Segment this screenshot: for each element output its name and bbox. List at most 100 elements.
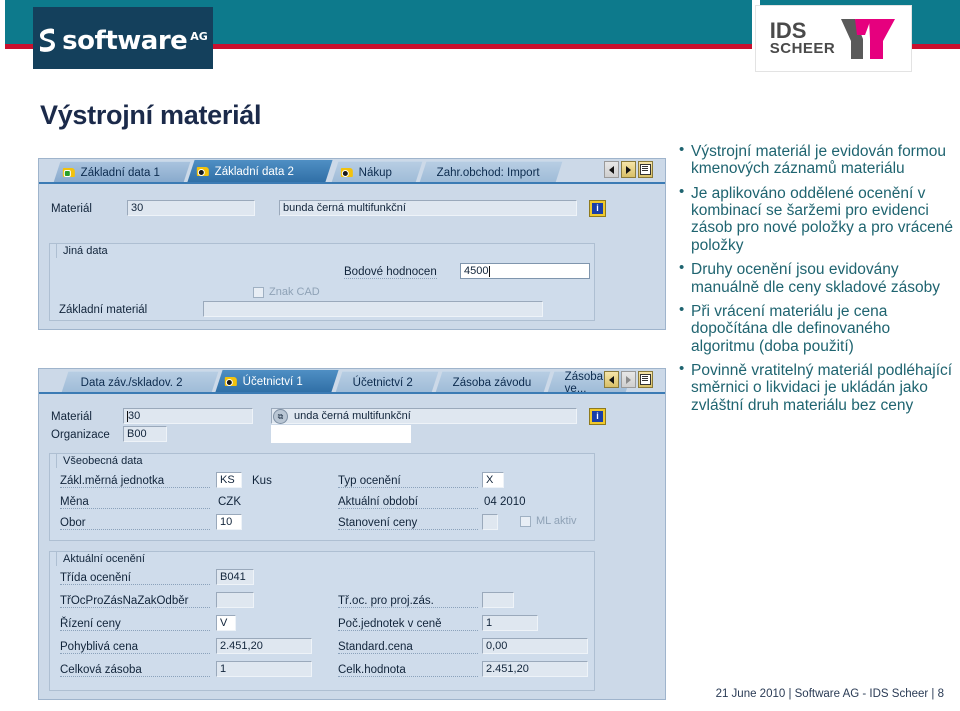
tab-prev-button[interactable] xyxy=(604,371,619,388)
aktualni-obdobi-label: Aktuální období xyxy=(338,496,478,509)
tab-list-button[interactable] xyxy=(638,161,653,178)
tabstrip-nav-window1[interactable] xyxy=(604,161,653,178)
bodove-hodnocen-field[interactable]: 4500 xyxy=(460,263,590,279)
typ-oceneni-label: Typ ocenění xyxy=(338,475,478,488)
tab-zakladni-data-1[interactable]: Základní data 1 xyxy=(53,161,191,183)
tab-zahr-obchod-import[interactable]: Zahr.obchod: Import xyxy=(419,161,563,183)
tab-nakup[interactable]: Nákup xyxy=(331,161,423,183)
white-overlay-patch xyxy=(271,425,411,443)
material-number-field[interactable]: 30 xyxy=(123,408,253,424)
trida-oceneni-field[interactable]: B041 xyxy=(216,569,254,585)
troc-pro-proj-zas-label: Tř.oc. pro proj.zás. xyxy=(338,595,478,608)
troc-pro-zas-na-zak-odber-label: TřOcProZásNaZakOdběr xyxy=(60,595,210,608)
tab-zakladni-data-2[interactable]: Základní data 2 xyxy=(187,159,333,183)
organizace-label: Organizace xyxy=(51,429,110,441)
tab-list-button[interactable] xyxy=(638,371,653,388)
tab-ucetnictvi-2[interactable]: Účetnictví 2 xyxy=(335,371,439,393)
group-aktualni-oceneni: Aktuální ocenění Třída ocenění B041 TřOc… xyxy=(49,551,595,691)
poc-jednotek-v-cene-field[interactable]: 1 xyxy=(482,615,538,631)
tab-next-button[interactable] xyxy=(621,371,636,388)
list-item: Povinně vratitelný materiál podléhající … xyxy=(678,361,958,414)
znak-cad-checkbox[interactable] xyxy=(253,287,264,298)
material-info-button[interactable]: i xyxy=(589,200,606,217)
search-help-icon[interactable]: ⧉ xyxy=(273,409,288,424)
software-ag-suffix: AG xyxy=(190,29,208,43)
standard-cena-field[interactable]: 0,00 xyxy=(482,638,588,654)
rizeni-ceny-field[interactable]: V xyxy=(216,615,236,631)
obor-label: Obor xyxy=(60,517,210,530)
list-item: Druhy ocenění jsou evidovány manuálně dl… xyxy=(678,260,958,296)
group-aktualni-oceneni-title: Aktuální ocenění xyxy=(56,551,160,566)
sap-screenshot: Základní data 1 Základní data 2 Nákup Za… xyxy=(38,140,666,700)
tab-data-zav-skladov-2[interactable]: Data záv./skladov. 2 xyxy=(61,371,219,393)
troc-pro-proj-zas-field[interactable] xyxy=(482,592,514,608)
group-vseobecna-data: Všeobecná data Zákl.měrná jednotka KS Ku… xyxy=(49,453,595,541)
folder-dot-icon xyxy=(340,167,354,178)
list-item: Výstrojní materiál je evidován formou km… xyxy=(678,142,958,178)
software-ag-logo: software AG xyxy=(33,7,213,69)
tab-prev-button[interactable] xyxy=(604,161,619,178)
trida-oceneni-label: Třída ocenění xyxy=(60,572,210,585)
zakladni-material-label: Základní materiál xyxy=(59,304,148,316)
chevron-left-icon xyxy=(609,375,614,384)
page-title: Výstrojní materiál xyxy=(40,100,262,130)
zakl-merna-jednotka-extra: Kus xyxy=(252,475,272,487)
material-label: Materiál xyxy=(51,203,92,215)
bodove-hodnocen-label: Bodové hodnocen xyxy=(344,266,437,279)
celkova-zasoba-field[interactable]: 1 xyxy=(216,661,312,677)
ml-aktiv-checkbox[interactable] xyxy=(520,516,531,527)
software-ag-mark-icon xyxy=(38,27,56,53)
group-vseobecna-data-title: Všeobecná data xyxy=(56,453,158,468)
tab-ucetnictvi-1[interactable]: Účetnictví 1 xyxy=(215,369,339,393)
typ-oceneni-field[interactable]: X xyxy=(482,472,504,488)
ids-scheer-y-mark-icon xyxy=(841,18,896,59)
tabstrip-window1: Základní data 1 Základní data 2 Nákup Za… xyxy=(39,159,665,184)
tabstrip-nav-window2[interactable] xyxy=(604,371,653,388)
list-item: Při vrácení materiálu je cena dopočítána… xyxy=(678,302,958,355)
celkova-zasoba-label: Celková zásoba xyxy=(60,664,210,677)
chevron-right-icon xyxy=(626,165,631,174)
tab-label: Zahr.obchod: Import xyxy=(436,166,540,179)
tab-zasoba-zavodu[interactable]: Zásoba závodu xyxy=(435,371,551,393)
info-icon: i xyxy=(592,203,603,214)
material-description-field[interactable]: unda černá multifunkční xyxy=(271,408,577,424)
stanoveni-ceny-label: Stanovení ceny xyxy=(338,517,478,530)
tabstrip-underline xyxy=(39,392,665,394)
mena-label: Měna xyxy=(60,496,210,509)
material-info-button[interactable]: i xyxy=(589,408,606,425)
software-ag-wordmark: software xyxy=(62,25,188,56)
material-number-value: 30 xyxy=(128,410,141,422)
znak-cad-label: Znak CAD xyxy=(269,286,320,298)
tab-next-button[interactable] xyxy=(621,161,636,178)
folder-check-icon xyxy=(62,167,76,178)
troc-pro-zas-na-zak-odber-field[interactable] xyxy=(216,592,254,608)
ml-aktiv-label: ML aktiv xyxy=(536,515,577,527)
ids-scheer-logo: IDS SCHEER xyxy=(755,5,912,72)
tab-label: Účetnictví 2 xyxy=(352,376,413,389)
folder-dot-icon xyxy=(196,166,210,177)
zakladni-material-field[interactable] xyxy=(203,301,543,317)
zakl-merna-jednotka-label: Zákl.měrná jednotka xyxy=(60,475,210,488)
standard-cena-label: Standard.cena xyxy=(338,641,478,654)
tab-label: Nákup xyxy=(358,166,393,179)
tab-label: Zásoba závodu xyxy=(452,376,532,389)
list-item: Je aplikováno oddělené ocenění v kombina… xyxy=(678,184,958,254)
stanoveni-ceny-field[interactable] xyxy=(482,514,498,530)
ids-scheer-line1: IDS xyxy=(769,17,807,43)
tabstrip-underline xyxy=(39,182,665,184)
footer-text: 21 June 2010 | Software AG - IDS Scheer … xyxy=(715,688,944,700)
zakl-merna-jednotka-field[interactable]: KS xyxy=(216,472,242,488)
group-jina-data: Jiná data Bodové hodnocen 4500 Znak CAD … xyxy=(49,243,595,321)
aktualni-obdobi-value: 04 2010 xyxy=(484,496,526,508)
material-description-field[interactable]: bunda černá multifunkční xyxy=(279,200,577,216)
slide-footer: 21 June 2010 | Software AG - IDS Scheer … xyxy=(0,688,960,711)
sap-window-accounting: Data záv./skladov. 2 Účetnictví 1 Účetni… xyxy=(38,368,666,700)
organizace-field[interactable]: B00 xyxy=(123,426,167,442)
tab-label: Základní data 1 xyxy=(80,166,161,179)
material-number-field[interactable]: 30 xyxy=(127,200,255,216)
pohybliva-cena-field[interactable]: 2.451,20 xyxy=(216,638,312,654)
celk-hodnota-field[interactable]: 2.451,20 xyxy=(482,661,588,677)
mena-value: CZK xyxy=(218,496,241,508)
pohybliva-cena-label: Pohyblivá cena xyxy=(60,641,210,654)
obor-field[interactable]: 10 xyxy=(216,514,242,530)
